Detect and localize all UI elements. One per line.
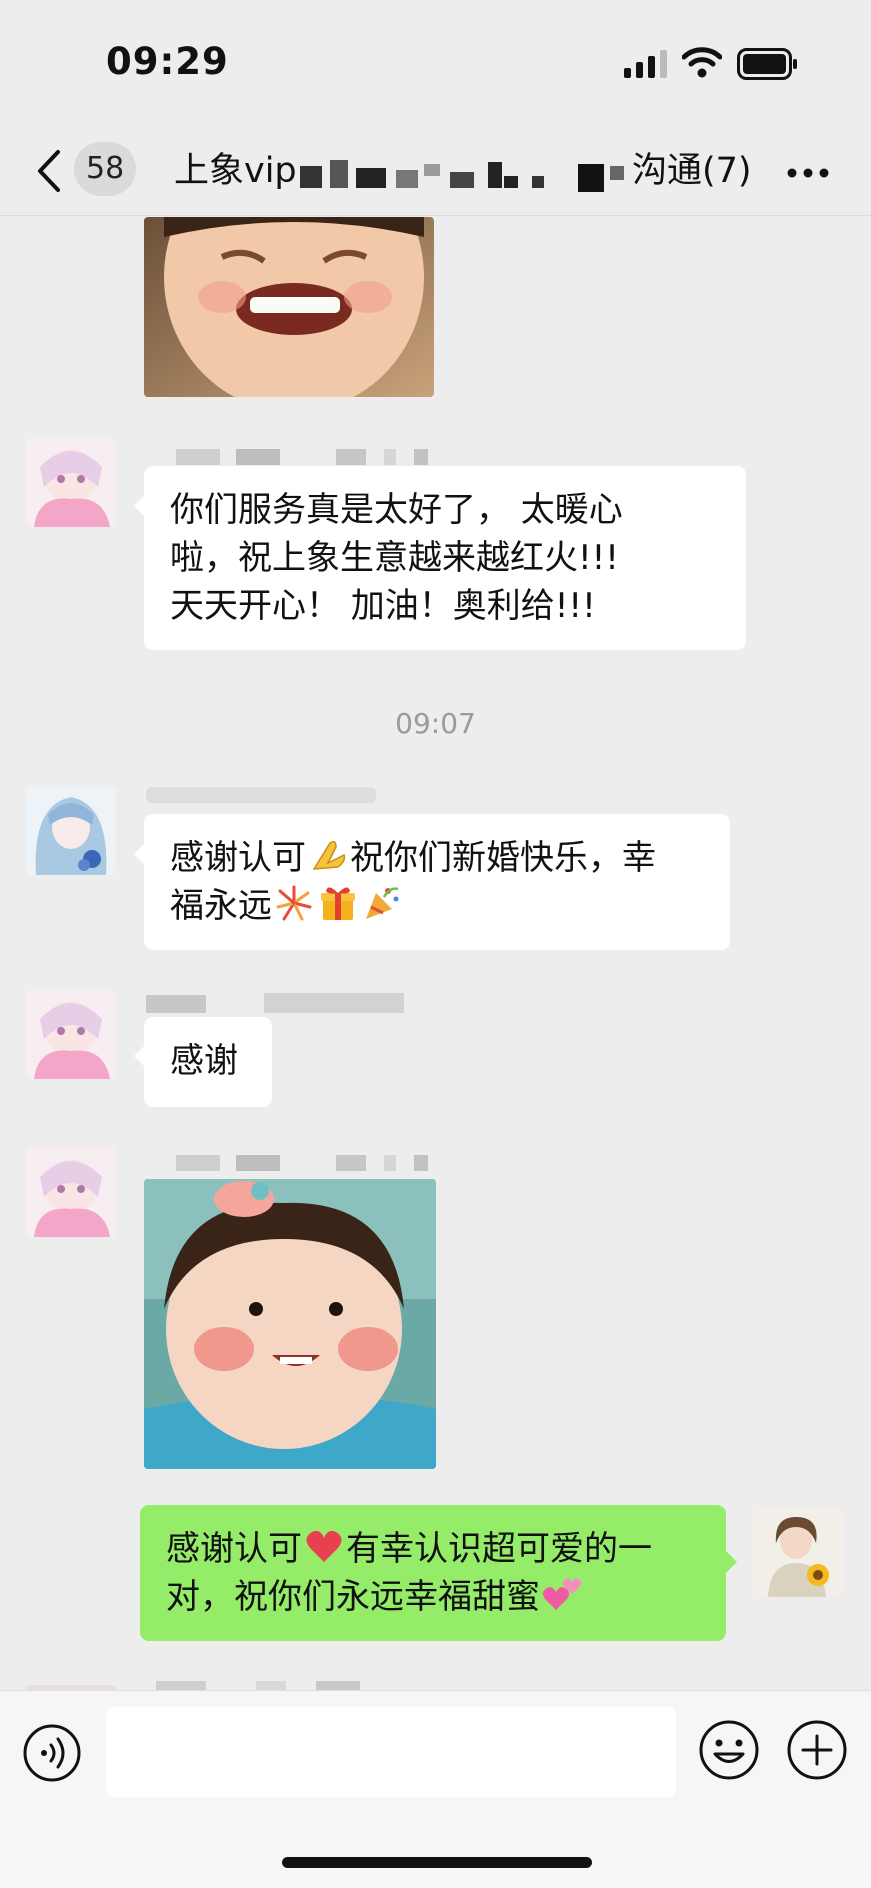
timestamp: 09:07 [395,707,476,740]
home-indicator [282,1857,592,1868]
sender-name-redacted [146,787,376,803]
message-line: 感谢认可 有幸认识超可爱的一 [166,1525,700,1573]
party-popper-emoji [366,887,399,919]
message-line: 感谢认可 祝你们新婚快乐，幸 [170,834,704,882]
message-line: 你们服务真是太好了， 太暖心 [170,490,623,530]
input-bar [0,1690,871,1888]
message-line: 福永远 [170,882,704,930]
wifi-icon [682,47,722,78]
message-line: 天天开心！ 加油！奥利给!!! [170,586,596,626]
avatar[interactable] [26,989,116,1079]
bubble-tail [726,1551,737,1573]
message-bubble[interactable]: 你们服务真是太好了， 太暖心 啦，祝上象生意越来越红火!!! 天天开心！ 加油！… [144,466,746,650]
signal-icon [624,50,667,78]
message-bubble[interactable]: 感谢 [144,1017,272,1107]
smiley-icon[interactable] [698,1719,760,1781]
anime-pink-hoodie-avatar [26,437,116,527]
status-bar: 09:29 [0,0,871,120]
child-smiling-photo [144,1179,436,1469]
chat-header: 58 上象vip 沟通(7) [0,130,871,216]
fireworks-emoji [276,885,312,921]
battery-icon [737,48,797,80]
message-input[interactable] [106,1707,676,1797]
folded-hands-emoji [312,840,346,870]
sender-name-redacted [176,1155,428,1171]
woman-with-sunflower-avatar [754,1507,844,1597]
red-heart-emoji [306,1530,342,1562]
chat-title: 上象vip [174,151,297,191]
sender-name-redacted [146,993,404,1013]
chevron-left-icon[interactable] [34,148,64,194]
message-line: 啦，祝上象生意越来越红火!!! [170,538,619,578]
avatar[interactable] [26,785,116,875]
message-bubble[interactable]: 感谢认可 祝你们新婚快乐，幸 福永远 [144,814,730,950]
gift-emoji [321,887,355,920]
status-time: 09:29 [106,40,229,83]
my-message-bubble[interactable]: 感谢认可 有幸认识超可爱的一 对，祝你们永远幸福甜蜜 [140,1505,726,1641]
avatar[interactable] [26,437,116,527]
message-image[interactable] [144,217,434,397]
unread-count-badge[interactable]: 58 [74,142,137,196]
message-line: 对，祝你们永远幸福甜蜜 [166,1573,700,1621]
my-avatar[interactable] [754,1507,844,1597]
child-grinning-photo [144,217,434,397]
title-redaction-mosaic [300,160,624,192]
chat-message-list[interactable]: 你们服务真是太好了， 太暖心 啦，祝上象生意越来越红火!!! 天天开心！ 加油！… [0,217,871,1690]
avatar[interactable] [26,1147,116,1237]
more-icon[interactable] [786,158,830,188]
chat-member-count: 沟通(7) [632,151,752,191]
voice-icon[interactable] [22,1723,82,1783]
partial-message-redacted [26,1681,360,1690]
anime-pink-hoodie-avatar [26,989,116,1079]
anime-blue-hair-avatar [26,785,116,875]
two-hearts-emoji [542,1578,582,1610]
plus-circle-icon[interactable] [786,1719,848,1781]
message-image[interactable] [144,1179,436,1469]
anime-pink-hoodie-avatar [26,1147,116,1237]
